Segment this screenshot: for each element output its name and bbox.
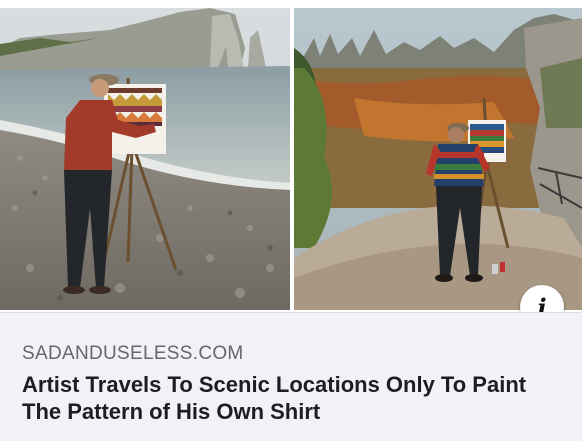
photo-beach-artist[interactable] [0, 8, 290, 310]
link-post-card: i SADANDUSELESS.COM Artist Travels To Sc… [0, 0, 582, 441]
beach-scene-image [0, 8, 290, 310]
cliff-scene-image [294, 8, 582, 310]
link-domain: SADANDUSELESS.COM [22, 343, 244, 364]
photo-row [0, 0, 582, 314]
photo-cliff-artist[interactable] [294, 8, 582, 310]
link-preview-caption[interactable]: SADANDUSELESS.COM Artist Travels To Scen… [0, 312, 582, 441]
link-title[interactable]: Artist Travels To Scenic Locations Only … [22, 371, 542, 425]
